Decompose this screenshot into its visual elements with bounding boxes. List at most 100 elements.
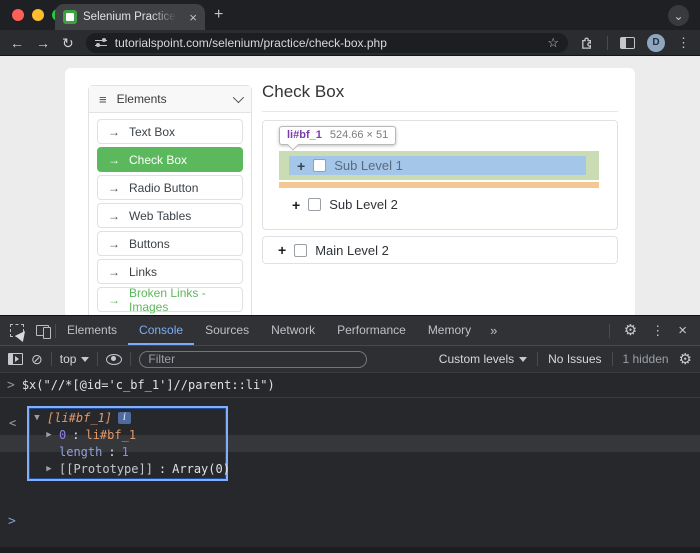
url-text[interactable]: tutorialspoint.com/selenium/practice/che… (115, 36, 387, 50)
caret-down-icon (81, 356, 90, 362)
devtools-tab-performance[interactable]: Performance (326, 316, 417, 345)
issues-counter[interactable]: No Issues (548, 352, 601, 366)
input-prompt-icon: > (8, 514, 16, 529)
sidebar-item-text-box[interactable]: → Text Box (97, 119, 243, 144)
expand-icon[interactable]: + (292, 198, 300, 212)
triangle-closed-icon[interactable]: ▶ (45, 430, 53, 440)
toolbar-divider (97, 352, 99, 366)
tutorialspoint-favicon-icon (63, 10, 77, 24)
address-bar[interactable]: tutorialspoint.com/selenium/practice/che… (85, 32, 568, 53)
devtools-menu-icon[interactable]: ⋮ (651, 324, 664, 337)
bookmark-star-icon[interactable]: ☆ (547, 35, 559, 51)
more-tabs-icon[interactable]: » (482, 323, 504, 338)
sidebar-item-radio-button[interactable]: → Radio Button (97, 175, 243, 200)
checkbox[interactable] (308, 198, 322, 211)
page-viewport: ≡ Elements → Text Box → Check Box → Radi… (0, 57, 700, 315)
sidebar-item-buttons[interactable]: → Buttons (97, 231, 243, 256)
property-row[interactable]: ▶ 0: li#bf_1 (33, 426, 222, 443)
console-output[interactable]: > $x("//*[@id='c_bf_1']//parent::li") < … (0, 373, 700, 553)
property-row[interactable]: ▶ [[Prototype]]: Array(0) (33, 460, 230, 477)
toolbar-divider (537, 352, 539, 366)
context-label: top (59, 352, 77, 366)
page-title: Check Box (262, 82, 618, 112)
tab-close-icon[interactable]: × (189, 11, 197, 24)
devtools-tab-sources[interactable]: Sources (194, 316, 260, 345)
tree-label[interactable]: Sub Level 1 (334, 158, 403, 173)
console-result-focused[interactable]: ▼ [li#bf_1] i ▶ 0: li#bf_1 length: 1 ▶ [… (27, 406, 230, 481)
arrow-right-icon: → (108, 124, 120, 139)
execution-context-selector[interactable]: top (60, 352, 90, 366)
log-levels-dropdown[interactable]: Custom levels (439, 352, 528, 366)
console-input-row[interactable]: > (8, 514, 16, 529)
console-filter-input[interactable] (139, 350, 368, 368)
devtools-panel: Elements Console Sources Network Perform… (0, 315, 700, 553)
sidebar-item-check-box[interactable]: → Check Box (97, 147, 243, 172)
console-settings-icon[interactable]: ⚙ (679, 352, 692, 367)
devtools-settings-icon[interactable]: ⚙ (624, 323, 637, 338)
sidebar-item-web-tables[interactable]: → Web Tables (97, 203, 243, 228)
property-key: [[Prototype]] (59, 461, 153, 476)
browser-tab[interactable]: Selenium Practice - Check Bo × (55, 4, 205, 30)
clear-console-icon[interactable]: ⊘ (31, 352, 43, 366)
reload-button[interactable]: ↻ (62, 36, 74, 50)
property-value: li#bf_1 (85, 427, 137, 442)
elements-sidebar: ≡ Elements → Text Box → Check Box → Radi… (88, 85, 252, 315)
return-value-icon: < (9, 416, 17, 430)
sidebar-header[interactable]: ≡ Elements (89, 86, 251, 113)
tooltip-dimensions: 524.66 × 51 (329, 129, 389, 141)
forward-button[interactable]: → (36, 36, 50, 50)
sidebar-item-broken-links[interactable]: → Broken Links - Images (97, 285, 243, 314)
tree-label[interactable]: Main Level 2 (315, 243, 389, 258)
back-button[interactable]: ← (10, 36, 24, 50)
profile-avatar[interactable]: D (647, 33, 665, 52)
property-value: Array(0) (172, 461, 230, 476)
devtools-tab-network[interactable]: Network (260, 316, 326, 345)
property-key: 0 (59, 427, 67, 442)
checkbox[interactable] (294, 243, 308, 257)
devtools-tab-console[interactable]: Console (128, 316, 194, 345)
array-preview: [li#bf_1] (47, 410, 113, 425)
extensions-icon[interactable] (580, 35, 595, 50)
console-result-area: < ▼ [li#bf_1] i ▶ 0: li#bf_1 length: 1 ▶… (0, 406, 700, 553)
result-preview-line[interactable]: ▼ [li#bf_1] i (33, 409, 222, 426)
live-expression-eye-icon[interactable] (106, 353, 123, 365)
devtools-tab-bar: Elements Console Sources Network Perform… (0, 316, 700, 346)
side-panel-icon[interactable] (620, 36, 635, 49)
sidebar-title: Elements (116, 92, 167, 106)
triangle-open-icon[interactable]: ▼ (33, 413, 41, 423)
site-info-icon[interactable] (94, 38, 107, 48)
device-toolbar-icon[interactable] (36, 325, 51, 339)
tree-row-sub-level-1[interactable]: + Sub Level 1 (289, 156, 586, 175)
caret-down-icon (519, 356, 528, 362)
new-tab-button[interactable]: + (214, 6, 223, 24)
hidden-messages-count[interactable]: 1 hidden (623, 352, 669, 366)
inspect-overlay-padding: + Sub Level 1 (279, 151, 599, 180)
info-badge-icon[interactable]: i (118, 411, 132, 424)
practice-card: ≡ Elements → Text Box → Check Box → Radi… (65, 68, 635, 315)
sidebar-item-label: Links (129, 264, 158, 279)
chevron-down-icon (232, 91, 245, 104)
devtools-tab-memory[interactable]: Memory (417, 316, 482, 345)
devtools-close-icon[interactable]: × (678, 323, 687, 338)
devtools-tab-elements[interactable]: Elements (56, 316, 128, 345)
tab-search-button[interactable]: ⌄ (668, 5, 689, 26)
arrow-right-icon: → (108, 208, 120, 223)
checkbox[interactable] (313, 159, 327, 172)
browser-menu-icon[interactable]: ⋮ (677, 36, 690, 49)
tree-label[interactable]: Sub Level 2 (329, 197, 398, 212)
tab-strip: Selenium Practice - Check Bo × + ⌄ (0, 0, 700, 30)
console-command-row: > $x("//*[@id='c_bf_1']//parent::li") (0, 373, 700, 398)
triangle-closed-icon[interactable]: ▶ (45, 464, 53, 474)
sidebar-item-label: Broken Links - Images (129, 285, 206, 314)
expand-icon[interactable]: + (278, 243, 286, 257)
close-window-button[interactable] (12, 9, 24, 21)
console-sidebar-icon[interactable] (8, 353, 23, 365)
expand-icon[interactable]: + (297, 159, 305, 173)
inspect-element-icon[interactable] (10, 324, 24, 337)
tree-row-sub-level-2[interactable]: + Sub Level 2 (292, 197, 398, 212)
inspect-tooltip: li#bf_1 524.66 × 51 (279, 126, 397, 145)
minimize-window-button[interactable] (32, 9, 44, 21)
sidebar-item-links[interactable]: → Links (97, 259, 243, 284)
property-row[interactable]: length: 1 (33, 443, 222, 460)
tree-row-main-level-2[interactable]: + Main Level 2 (263, 237, 617, 263)
